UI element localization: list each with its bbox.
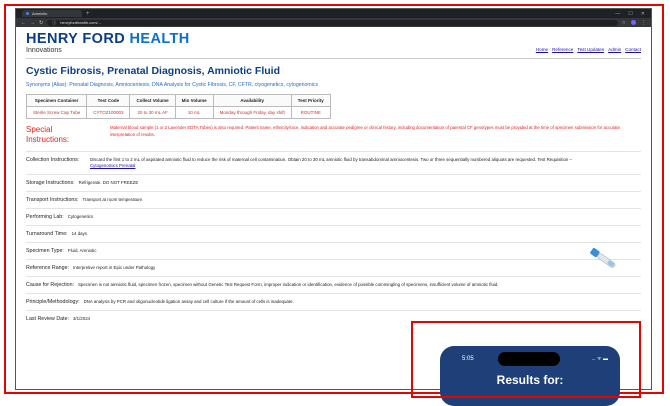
field-label: Transport Instructions: <box>26 197 79 203</box>
field-value: Specimen is not amniotic fluid, specimen… <box>78 282 499 287</box>
close-icon[interactable]: ✕ <box>641 11 645 17</box>
requisition-link[interactable]: Cytogenomics Prenatal <box>90 163 135 168</box>
table-header: Min Volume <box>174 94 214 107</box>
field-label: Last Review Date: <box>26 316 69 322</box>
top-nav: Home Reference Test Updates Admin Contac… <box>536 47 641 54</box>
browser-toolbar: ← → ↻ ⓘ henryfordhealth.com/... ☆ ⋮ <box>16 18 651 27</box>
synonyms-text: Synonyms (Alias): Prenatal Diagnosis, Am… <box>26 82 319 88</box>
forward-icon[interactable]: → <box>30 20 35 26</box>
reference-range: Reference Range: Interpretive report in … <box>26 259 641 276</box>
red-highlight-box <box>411 321 641 398</box>
collection-instructions: Collection Instructions: Discard the fir… <box>26 151 641 174</box>
field-label: Specimen Type: <box>26 248 64 254</box>
field-label: Principle/Methodology: <box>26 299 80 305</box>
field-label: Cause for Rejection: <box>26 282 74 288</box>
table-cell: 20 to 30 mL AF <box>129 106 176 119</box>
nav-admin[interactable]: Admin <box>608 47 621 52</box>
table-header: Test Code <box>86 94 131 107</box>
page-title: Cystic Fibrosis, Prenatal Diagnosis, Amn… <box>26 65 280 77</box>
field-value: Fluid, Amniotic <box>67 248 97 253</box>
site-info-icon[interactable]: ⓘ <box>52 20 56 26</box>
specimen-table: Specimen Container Test Code Collect Vol… <box>25 94 331 119</box>
minimize-icon[interactable]: — <box>615 11 620 17</box>
special-instructions-text: Maternal blood sample (1 or 2 Lavender E… <box>110 125 621 137</box>
favicon-icon <box>26 12 29 15</box>
transport-instructions: Transport Instructions: Transport at roo… <box>26 191 641 208</box>
table-header: Collect Volume <box>129 94 176 107</box>
table-header-row: Specimen Container Test Code Collect Vol… <box>25 94 331 107</box>
special-instructions: Special Instructions: Maternal blood sam… <box>26 125 641 145</box>
reload-icon[interactable]: ↻ <box>39 20 43 26</box>
cause-for-rejection: Cause for Rejection: Specimen is not amn… <box>26 276 641 293</box>
field-value: Interpretive report in Epic under Pathol… <box>73 265 156 270</box>
profile-icon[interactable] <box>631 20 636 25</box>
star-icon[interactable]: ☆ <box>622 20 626 26</box>
table-header: Specimen Container <box>25 94 88 107</box>
browser-tab-strip: Amniotic + — ☐ ✕ <box>16 9 651 18</box>
table-header: Test Priority <box>290 94 331 107</box>
field-value: Refrigerate. DO NOT FREEZE <box>78 180 139 185</box>
field-label: Reference Range: <box>26 265 69 271</box>
back-icon[interactable]: ← <box>21 20 26 26</box>
field-label: Performing Lab: <box>26 214 64 220</box>
nav-contact[interactable]: Contact <box>625 47 641 52</box>
browser-tab[interactable]: Amniotic <box>22 10 82 17</box>
logo-henry-ford: HENRY FORD <box>26 31 126 47</box>
field-value: Transport at room temperature. <box>82 197 144 202</box>
table-cell: 10 mL <box>174 106 214 119</box>
tab-title: Amniotic <box>32 11 48 16</box>
nav-reference[interactable]: Reference <box>552 47 573 52</box>
table-header: Availability <box>212 94 292 107</box>
special-instructions-label: Special Instructions: <box>26 125 70 144</box>
nav-test-updates[interactable]: Test Updates <box>577 47 604 52</box>
menu-icon[interactable]: ⋮ <box>641 20 646 26</box>
nav-home[interactable]: Home <box>536 47 548 52</box>
table-cell: ROUTINE <box>290 106 331 119</box>
toolbar-icons: ☆ ⋮ <box>622 20 646 26</box>
site-logo[interactable]: HENRY FORD HEALTH Innovations <box>26 32 190 54</box>
principle-methodology: Principle/Methodology: DNA analysis by P… <box>26 293 641 310</box>
field-value: 3/1/2024 <box>72 316 91 321</box>
field-value: Cytogenetics <box>67 214 94 219</box>
field-value: DNA analysis by PCR and oligonucleotide … <box>83 299 294 304</box>
field-label: Storage Instructions: <box>26 180 75 186</box>
field-value: 14 days <box>71 231 87 236</box>
specimen-tube-icon <box>590 247 616 268</box>
url-text: henryfordhealth.com/... <box>60 20 102 25</box>
site-header: HENRY FORD HEALTH Innovations Home Refer… <box>26 32 641 59</box>
address-bar[interactable]: ⓘ henryfordhealth.com/... <box>47 19 618 26</box>
maximize-icon[interactable]: ☐ <box>628 11 632 17</box>
collection-text: Discard the first 1 to 2 mL of aspirated… <box>90 157 573 162</box>
field-label: Collection Instructions: <box>26 157 80 163</box>
new-tab-icon[interactable]: + <box>86 11 90 17</box>
table-cell: CYTOZ100003 <box>86 106 131 119</box>
window-controls: — ☐ ✕ <box>615 11 651 17</box>
logo-health: HEALTH <box>129 31 190 47</box>
table-row: Sterile Screw Cap Tube CYTOZ100003 20 to… <box>25 106 331 119</box>
table-cell: Monday through Friday, day shift <box>212 106 292 119</box>
storage-instructions: Storage Instructions: Refrigerate. DO NO… <box>26 174 641 191</box>
table-cell: Sterile Screw Cap Tube <box>25 106 88 119</box>
field-value: Discard the first 1 to 2 mL of aspirated… <box>90 157 572 169</box>
turnaround-time: Turnaround Time: 14 days <box>26 225 641 242</box>
field-label: Turnaround Time: <box>26 231 68 237</box>
logo-subtitle: Innovations <box>26 47 62 54</box>
performing-lab: Performing Lab: Cytogenetics <box>26 208 641 225</box>
specimen-type: Specimen Type: Fluid, Amniotic <box>26 242 641 259</box>
